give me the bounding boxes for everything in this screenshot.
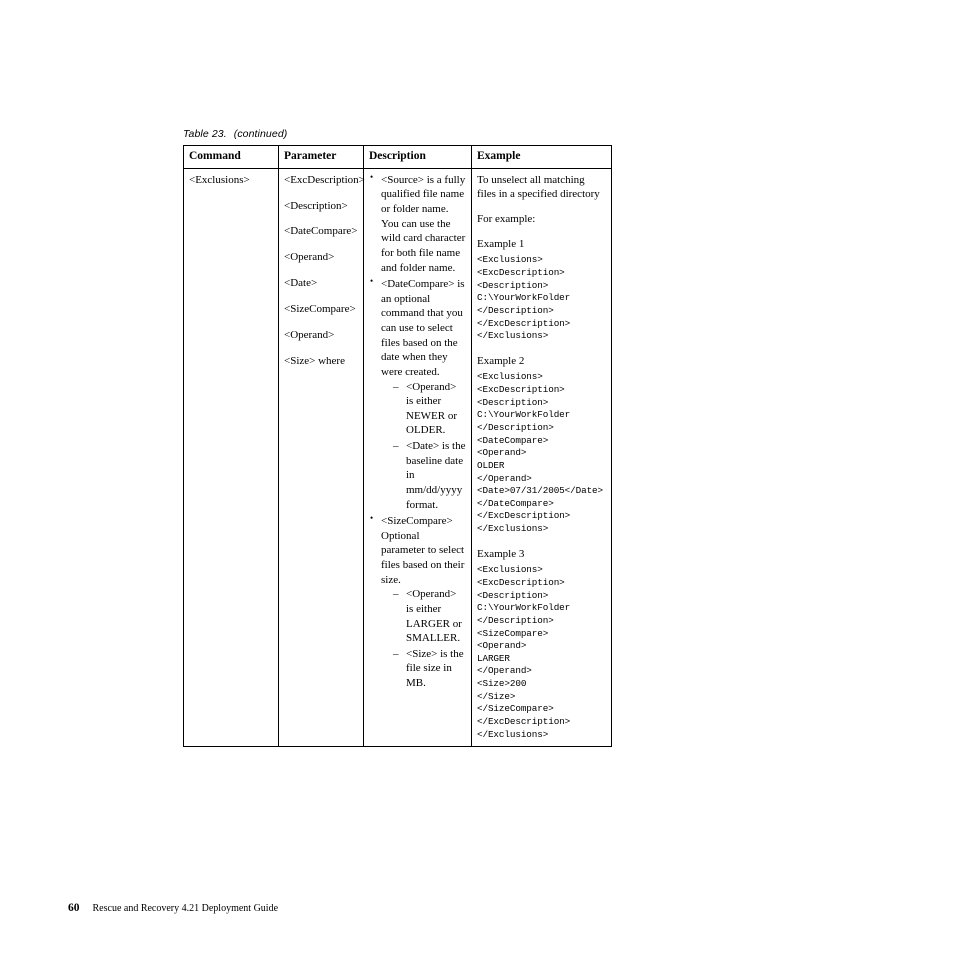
- table-caption: Table 23. (continued): [183, 128, 287, 140]
- cell-parameter: <ExcDescription> <Description> <DateComp…: [278, 167, 365, 748]
- description-bullet: <Source> is a fully qualified file name …: [369, 172, 466, 275]
- description-sub-list: <Operand> is either LARGER or SMALLER. <…: [381, 587, 466, 690]
- example-intro: To unselect all matching files in a spec…: [477, 173, 600, 201]
- example-for-example: For example:: [477, 213, 536, 226]
- parameter-item: <Description>: [284, 199, 348, 212]
- table-header: Command Parameter Description Example: [183, 145, 612, 169]
- description-bullet-text: <DateCompare> is an optional command tha…: [381, 278, 465, 378]
- description-sub-item: <Date> is the baseline date in mm/dd/yyy…: [393, 439, 466, 512]
- column-header-command: Command: [183, 145, 279, 169]
- footer-page-number: 60: [68, 902, 80, 914]
- cell-command: <Exclusions>: [183, 167, 279, 748]
- parameter-item: <SizeCompare>: [284, 303, 356, 316]
- parameter-item: <DateCompare>: [284, 225, 358, 238]
- cell-example: To unselect all matching files in a spec…: [471, 167, 612, 748]
- command-value: <Exclusions>: [189, 173, 250, 186]
- column-header-description: Description: [363, 145, 472, 169]
- footer-document-title: Rescue and Recovery 4.21 Deployment Guid…: [92, 903, 279, 914]
- parameter-item: <Operand>: [284, 251, 335, 264]
- parameter-item: <ExcDescription>: [284, 173, 365, 186]
- parameter-item: <Operand>: [284, 328, 335, 341]
- example-3-code: <Exclusions> <ExcDescription> <Descripti…: [477, 564, 571, 740]
- description-bullet-text: <SizeCompare> Optional parameter to sele…: [381, 515, 465, 586]
- description-sub-item: <Size> is the file size in MB.: [393, 647, 466, 691]
- column-header-example: Example: [471, 145, 612, 169]
- cell-description: <Source> is a fully qualified file name …: [363, 167, 472, 748]
- parameter-item: <Size> where: [284, 354, 345, 367]
- example-2-label: Example 2: [477, 354, 525, 367]
- column-header-parameter: Parameter: [278, 145, 364, 169]
- document-page: Table 23. (continued) Command Parameter D…: [0, 0, 954, 954]
- table-body: <Exclusions> <ExcDescription> <Descripti…: [183, 167, 612, 748]
- description-bullet-list: <Source> is a fully qualified file name …: [369, 172, 466, 691]
- table-caption-continued: (continued): [233, 128, 288, 140]
- table-caption-number: Table 23.: [183, 128, 227, 140]
- example-3-label: Example 3: [477, 547, 525, 560]
- parameters-table: Command Parameter Description Example <E…: [183, 145, 612, 748]
- example-1-label: Example 1: [477, 237, 525, 250]
- description-sub-item: <Operand> is either NEWER or OLDER.: [393, 380, 466, 439]
- table-header-row: Command Parameter Description Example: [183, 145, 612, 169]
- description-sub-list: <Operand> is either NEWER or OLDER. <Dat…: [381, 380, 466, 513]
- page-footer: 60 Rescue and Recovery 4.21 Deployment Gu…: [68, 902, 278, 914]
- description-bullet: <SizeCompare> Optional parameter to sele…: [369, 513, 466, 691]
- example-1-code: <Exclusions> <ExcDescription> <Descripti…: [477, 254, 571, 342]
- description-sub-item: <Operand> is either LARGER or SMALLER.: [393, 587, 466, 646]
- description-bullet: <DateCompare> is an optional command tha…: [369, 276, 466, 513]
- table-row: <Exclusions> <ExcDescription> <Descripti…: [183, 167, 612, 748]
- parameter-item: <Date>: [284, 277, 318, 290]
- example-2-code: <Exclusions> <ExcDescription> <Descripti…: [477, 371, 604, 535]
